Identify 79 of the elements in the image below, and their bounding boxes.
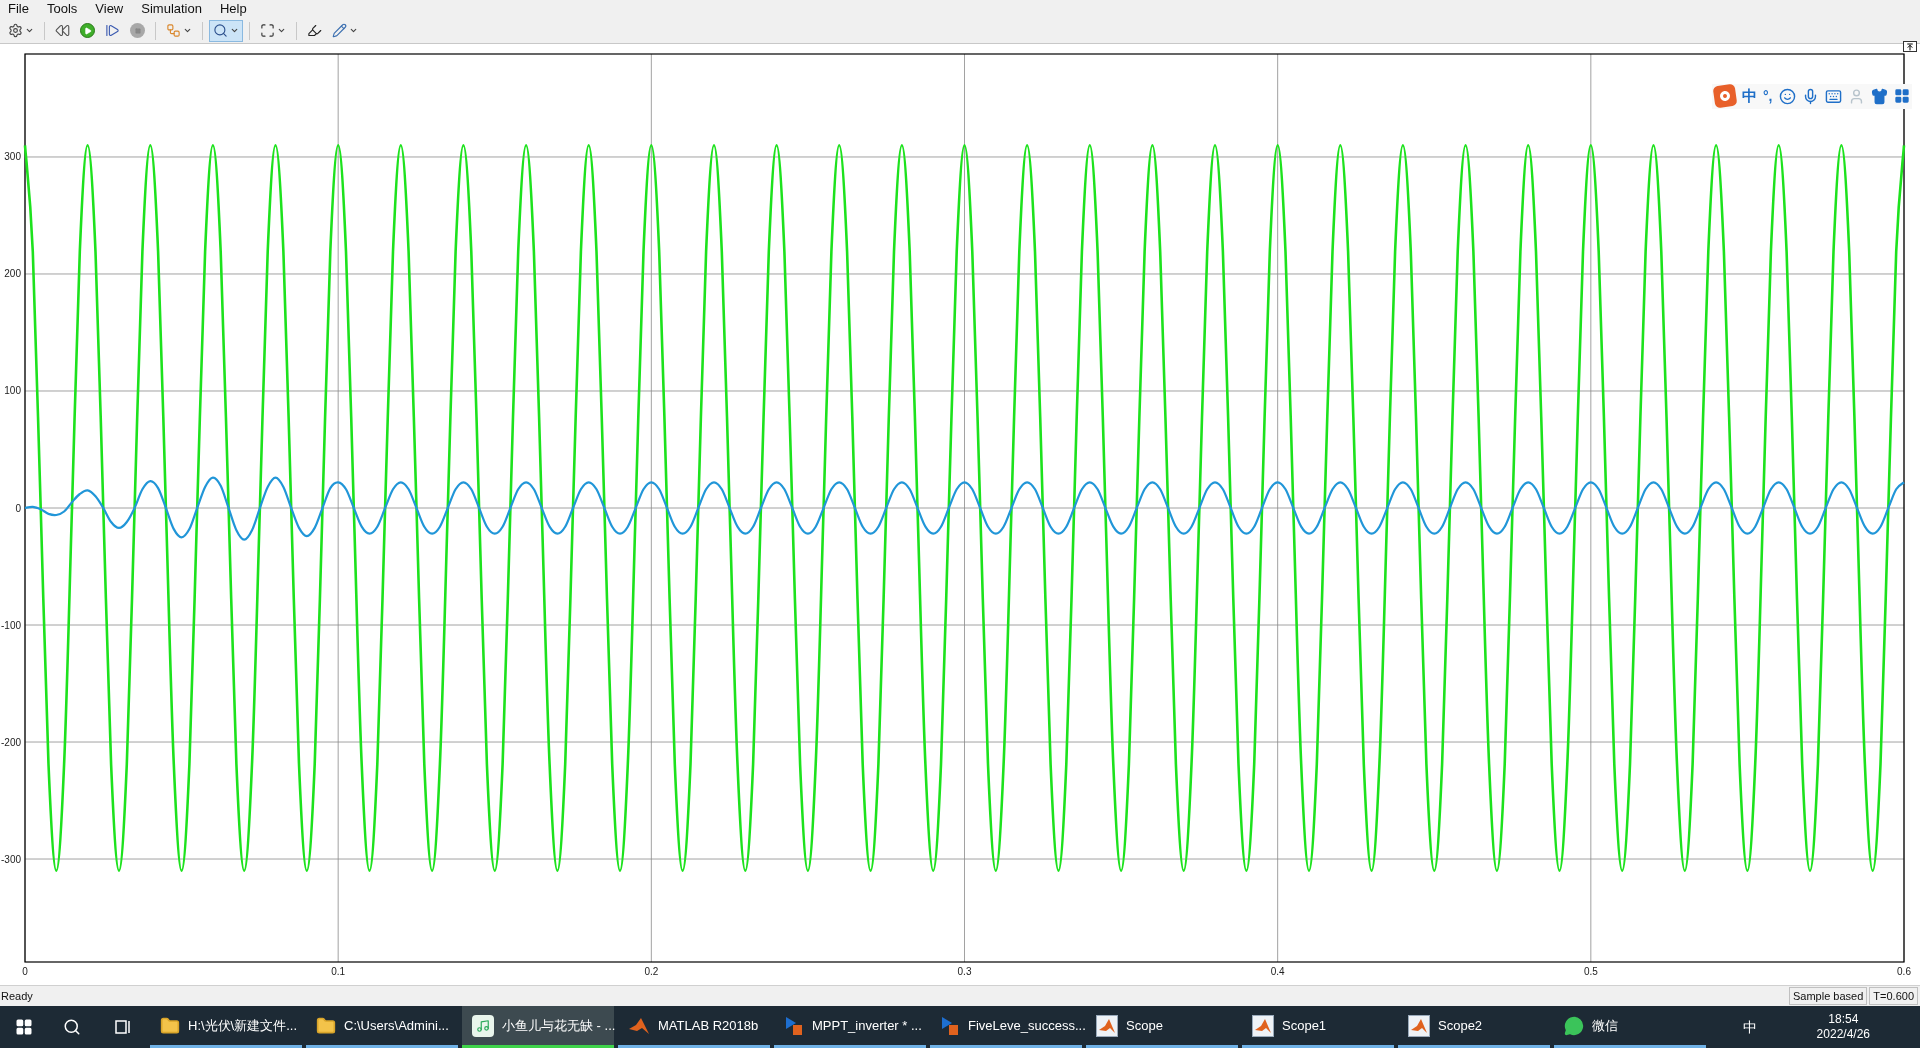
step-back-icon bbox=[55, 23, 70, 38]
keyboard-icon[interactable] bbox=[1824, 87, 1842, 105]
block-arrow-icon bbox=[940, 1014, 960, 1037]
taskbar-label: Scope bbox=[1126, 1016, 1163, 1035]
x-tick-label: 0.5 bbox=[1583, 966, 1598, 977]
taskbar-label: MPPT_inverter * ... bbox=[812, 1016, 922, 1035]
highlight-icon bbox=[307, 23, 322, 38]
taskbar-item[interactable]: Scope2 bbox=[1398, 1006, 1550, 1048]
zoom-icon bbox=[213, 23, 228, 38]
input-mode-toggle[interactable]: 中 bbox=[1742, 85, 1757, 108]
fit-to-view-icon bbox=[260, 23, 275, 38]
taskbar-item[interactable]: 微信 bbox=[1554, 1006, 1706, 1048]
taskbar-item[interactable]: H:\光伏\新建文件... bbox=[150, 1006, 302, 1048]
taskbar-item[interactable]: 小鱼儿与花无缺 - ... bbox=[462, 1006, 614, 1048]
taskbar-label: Scope2 bbox=[1438, 1016, 1483, 1035]
taskbar-label: Scope1 bbox=[1282, 1016, 1327, 1035]
chat-bubbles-icon bbox=[1564, 1015, 1584, 1036]
taskbar-item[interactable]: Scope bbox=[1086, 1006, 1238, 1048]
smile-icon[interactable] bbox=[1778, 87, 1796, 105]
pencil-icon bbox=[332, 23, 347, 38]
taskbar-label: 微信 bbox=[1592, 1016, 1618, 1035]
y-tick-label: 200 bbox=[4, 268, 21, 280]
y-tick-label: -100 bbox=[1, 619, 21, 631]
x-tick-label: 0.3 bbox=[957, 966, 972, 977]
simulation-time: T=0.600 bbox=[1869, 986, 1918, 1006]
arrow-up-icon bbox=[1906, 42, 1914, 51]
task-view-icon bbox=[114, 1019, 132, 1035]
taskbar-item[interactable]: C:\Users\Admini... bbox=[306, 1006, 458, 1048]
grid-icon[interactable] bbox=[1893, 88, 1910, 105]
y-tick-label: -300 bbox=[1, 853, 21, 865]
search-icon bbox=[63, 1018, 81, 1036]
caret-icon bbox=[183, 26, 192, 35]
y-tick-label: -200 bbox=[1, 736, 21, 748]
caret-icon bbox=[25, 26, 34, 35]
play-icon bbox=[80, 23, 95, 38]
y-tick-label: 0 bbox=[15, 502, 21, 514]
sample-mode-label: Sample based bbox=[1789, 986, 1868, 1006]
blocks-icon bbox=[166, 23, 181, 38]
folder-icon bbox=[160, 1015, 180, 1036]
step-forward-icon bbox=[105, 23, 120, 38]
y-tick-label: 100 bbox=[4, 385, 21, 397]
x-tick-label: 0.1 bbox=[331, 966, 346, 977]
menu-item[interactable]: Help bbox=[219, 0, 247, 19]
menu-item[interactable]: Tools bbox=[46, 0, 78, 19]
x-tick-label: 0 bbox=[22, 966, 28, 977]
caret-icon bbox=[349, 26, 358, 35]
taskbar-label: H:\光伏\新建文件... bbox=[188, 1016, 298, 1035]
music-icon bbox=[472, 1014, 494, 1037]
x-tick-label: 0.4 bbox=[1270, 966, 1285, 977]
taskbar-label: 小鱼儿与花无缺 - ... bbox=[502, 1016, 616, 1035]
menu-item[interactable]: Simulation bbox=[141, 0, 202, 19]
stop-icon bbox=[130, 23, 145, 38]
y-tick-label: 300 bbox=[4, 151, 21, 163]
folder-icon bbox=[316, 1015, 336, 1036]
windows-logo-icon bbox=[15, 1018, 33, 1036]
peak-logo-icon bbox=[1252, 1014, 1274, 1037]
clock-time: 18:54 bbox=[1828, 1012, 1859, 1027]
x-tick-label: 0.2 bbox=[644, 966, 659, 977]
taskbar-item[interactable]: Scope1 bbox=[1242, 1006, 1394, 1048]
caret-icon bbox=[277, 26, 286, 35]
toolbar-button[interactable] bbox=[209, 19, 243, 42]
caret-icon bbox=[230, 26, 239, 35]
status-message: Ready bbox=[0, 988, 33, 1004]
input-language-indicator[interactable]: 中 bbox=[1742, 1016, 1757, 1038]
x-tick-label: 0.6 bbox=[1897, 966, 1911, 977]
menu-item[interactable]: File bbox=[8, 0, 29, 19]
menu-item[interactable]: View bbox=[95, 0, 124, 19]
clock-date: 2022/4/26 bbox=[1816, 1027, 1870, 1042]
settings-icon bbox=[8, 23, 23, 38]
taskbar-label: C:\Users\Admini... bbox=[344, 1016, 449, 1035]
peak-logo-icon bbox=[1408, 1014, 1430, 1037]
taskbar-item[interactable]: MPPT_inverter * ... bbox=[774, 1006, 926, 1048]
peak-logo-icon bbox=[1096, 1014, 1118, 1037]
block-arrow-icon bbox=[784, 1014, 804, 1037]
shirt-icon[interactable] bbox=[1870, 87, 1888, 105]
taskbar-item[interactable]: MATLAB R2018b bbox=[618, 1006, 770, 1048]
taskbar-label: MATLAB R2018b bbox=[658, 1016, 759, 1035]
undock-button[interactable] bbox=[1903, 41, 1917, 52]
punctuation-toggle[interactable]: °, bbox=[1763, 85, 1773, 107]
